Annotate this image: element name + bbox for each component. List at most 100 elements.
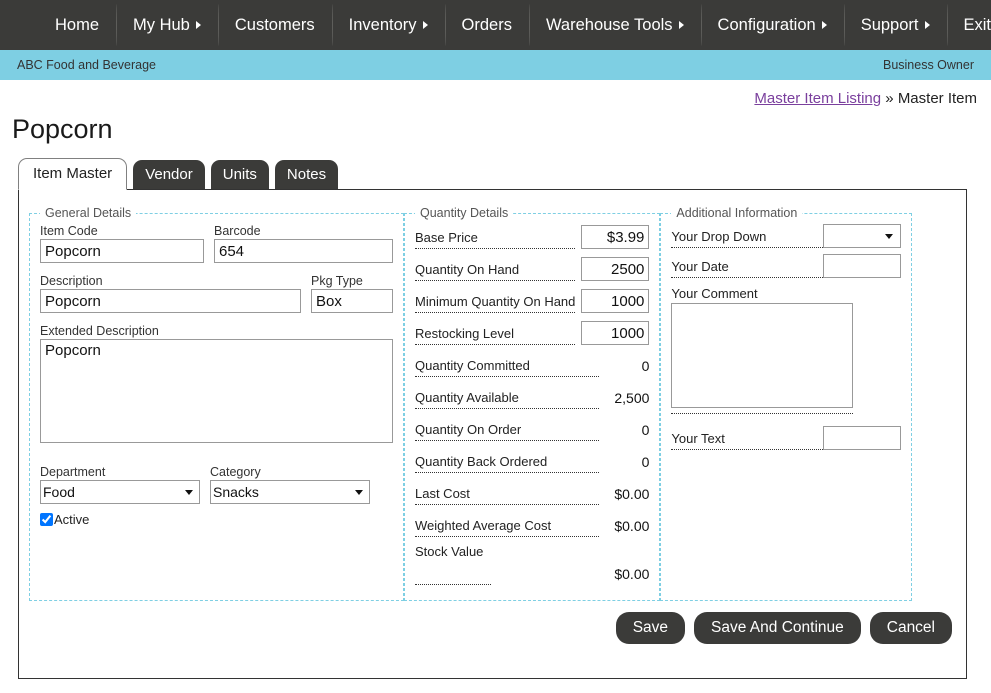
caret-right-icon xyxy=(821,21,827,29)
department-field: Department Food xyxy=(40,465,200,504)
tab-notes[interactable]: Notes xyxy=(274,160,339,189)
nav-item-label: My Hub xyxy=(133,15,190,34)
caret-right-icon xyxy=(678,21,684,29)
panel-columns: General Details Item Code Barcode Descri… xyxy=(19,198,966,601)
your-date-label: Your Date xyxy=(671,259,824,278)
nav-item-label: Orders xyxy=(461,15,512,34)
your-drop-down-label: Your Drop Down xyxy=(671,229,824,248)
row-label: Weighted Average Cost xyxy=(415,518,600,537)
pkg-type-field: Pkg Type xyxy=(311,274,393,313)
company-name: ABC Food and Beverage xyxy=(17,58,156,72)
tab-item-master[interactable]: Item Master xyxy=(18,158,128,190)
nav-item-home[interactable]: Home xyxy=(38,0,116,50)
your-comment-textarea[interactable] xyxy=(671,303,854,408)
your-date-input[interactable] xyxy=(823,254,902,278)
dotted-leader xyxy=(415,569,491,585)
nav-item-configuration[interactable]: Configuration xyxy=(700,0,844,50)
description-pkgtype-row: Description Pkg Type xyxy=(40,274,393,313)
quantity-row-quantity-available: Quantity Available 2,500 xyxy=(415,384,649,409)
pkg-type-input[interactable] xyxy=(311,289,393,313)
caret-right-icon xyxy=(195,21,201,29)
tab-vendor[interactable]: Vendor xyxy=(133,160,205,189)
category-field: Category Snacks xyxy=(210,465,370,504)
category-select[interactable]: Snacks xyxy=(210,480,370,504)
row-label: Quantity Back Ordered xyxy=(415,454,600,473)
department-label: Department xyxy=(40,465,106,479)
department-select[interactable]: Food xyxy=(40,480,200,504)
nav-item-my-hub[interactable]: My Hub xyxy=(116,0,218,50)
nav-item-support[interactable]: Support xyxy=(843,0,947,50)
active-checkbox-row: Active xyxy=(40,512,393,527)
row-label: Quantity Available xyxy=(415,390,600,409)
your-date-row: Your Date xyxy=(671,254,902,278)
breadcrumb: Master Item Listing » Master Item xyxy=(754,90,977,107)
nav-item-label: Inventory xyxy=(348,15,417,34)
form-action-bar: Save Save And Continue Cancel xyxy=(19,601,966,644)
cancel-button[interactable]: Cancel xyxy=(869,612,952,644)
barcode-input[interactable] xyxy=(214,239,393,263)
nav-item-customers[interactable]: Customers xyxy=(217,0,332,50)
tab-units[interactable]: Units xyxy=(210,160,269,189)
nav-item-label: Support xyxy=(860,15,919,34)
page-title: Popcorn xyxy=(12,114,113,144)
extended-description-textarea[interactable]: Popcorn xyxy=(40,339,393,443)
row-value: 0 xyxy=(641,422,650,438)
breadcrumb-current: Master Item xyxy=(897,90,977,107)
quantity-on-hand-input[interactable] xyxy=(581,257,650,281)
nav-item-exit[interactable]: Exit xyxy=(946,0,991,50)
your-comment-field: Your Comment xyxy=(671,286,901,414)
quantity-row-quantity-committed: Quantity Committed 0 xyxy=(415,352,649,377)
minimum-quantity-on-hand-input[interactable] xyxy=(581,289,650,313)
your-drop-down-select[interactable] xyxy=(823,224,902,248)
tab-label: Vendor xyxy=(145,166,193,183)
quantity-row-quantity-on-hand: Quantity On Hand xyxy=(415,256,650,281)
nav-item-label: Warehouse Tools xyxy=(545,15,673,34)
category-label: Category xyxy=(210,465,261,479)
description-input[interactable] xyxy=(40,289,301,313)
nav-item-label: Customers xyxy=(234,15,315,34)
your-drop-down-row: Your Drop Down xyxy=(671,224,902,248)
active-checkbox[interactable] xyxy=(40,513,53,526)
extended-description-field: Extended Description Popcorn xyxy=(40,324,393,448)
your-text-input[interactable] xyxy=(823,426,902,450)
stock-value-line: $0.00 xyxy=(415,566,649,585)
caret-right-icon xyxy=(924,21,930,29)
extended-description-label: Extended Description xyxy=(40,324,159,338)
department-select-wrap: Food xyxy=(40,480,200,504)
nav-item-inventory[interactable]: Inventory xyxy=(331,0,445,50)
barcode-field: Barcode xyxy=(214,224,393,263)
main-navigation-bar: Home My Hub Customers Inventory Orders W… xyxy=(0,0,991,50)
breadcrumb-link-master-item-listing[interactable]: Master Item Listing xyxy=(754,90,881,107)
row-label: Quantity On Hand xyxy=(415,262,576,281)
quantity-row-last-cost: Last Cost $0.00 xyxy=(415,480,649,505)
nav-item-orders[interactable]: Orders xyxy=(444,0,529,50)
your-text-row: Your Text xyxy=(671,426,902,450)
quantity-row-stock-value: Stock Value $0.00 xyxy=(415,544,649,585)
dotted-leader xyxy=(671,408,854,414)
item-code-input[interactable] xyxy=(40,239,204,263)
your-text-label: Your Text xyxy=(671,431,824,450)
breadcrumb-row: Master Item Listing » Master Item xyxy=(0,80,991,108)
save-button[interactable]: Save xyxy=(615,612,686,644)
row-value: 0 xyxy=(641,358,650,374)
restocking-level-input[interactable] xyxy=(581,321,650,345)
base-price-input[interactable] xyxy=(581,225,650,249)
additional-information-legend: Additional Information xyxy=(676,206,798,220)
nav-item-warehouse-tools[interactable]: Warehouse Tools xyxy=(528,0,701,50)
row-label: Restocking Level xyxy=(415,326,576,345)
quantity-row-restocking-level: Restocking Level xyxy=(415,320,650,345)
general-details-legend: General Details xyxy=(45,206,132,220)
row-value: $0.00 xyxy=(614,518,650,534)
quantity-row-quantity-back-ordered: Quantity Back Ordered 0 xyxy=(415,448,649,473)
quantity-row-base-price: Base Price xyxy=(415,224,650,249)
quantity-row-weighted-average-cost: Weighted Average Cost $0.00 xyxy=(415,512,649,537)
save-and-continue-button[interactable]: Save And Continue xyxy=(694,612,861,644)
quantity-details-group: Quantity Details Base Price Quantity On … xyxy=(404,206,661,601)
tab-label: Notes xyxy=(286,166,327,183)
description-field: Description xyxy=(40,274,301,313)
department-category-row: Department Food Category Snacks xyxy=(40,465,393,504)
description-label: Description xyxy=(40,274,103,288)
row-label: Quantity Committed xyxy=(415,358,600,377)
barcode-label: Barcode xyxy=(214,224,261,238)
company-banner: ABC Food and Beverage Business Owner xyxy=(0,50,991,80)
